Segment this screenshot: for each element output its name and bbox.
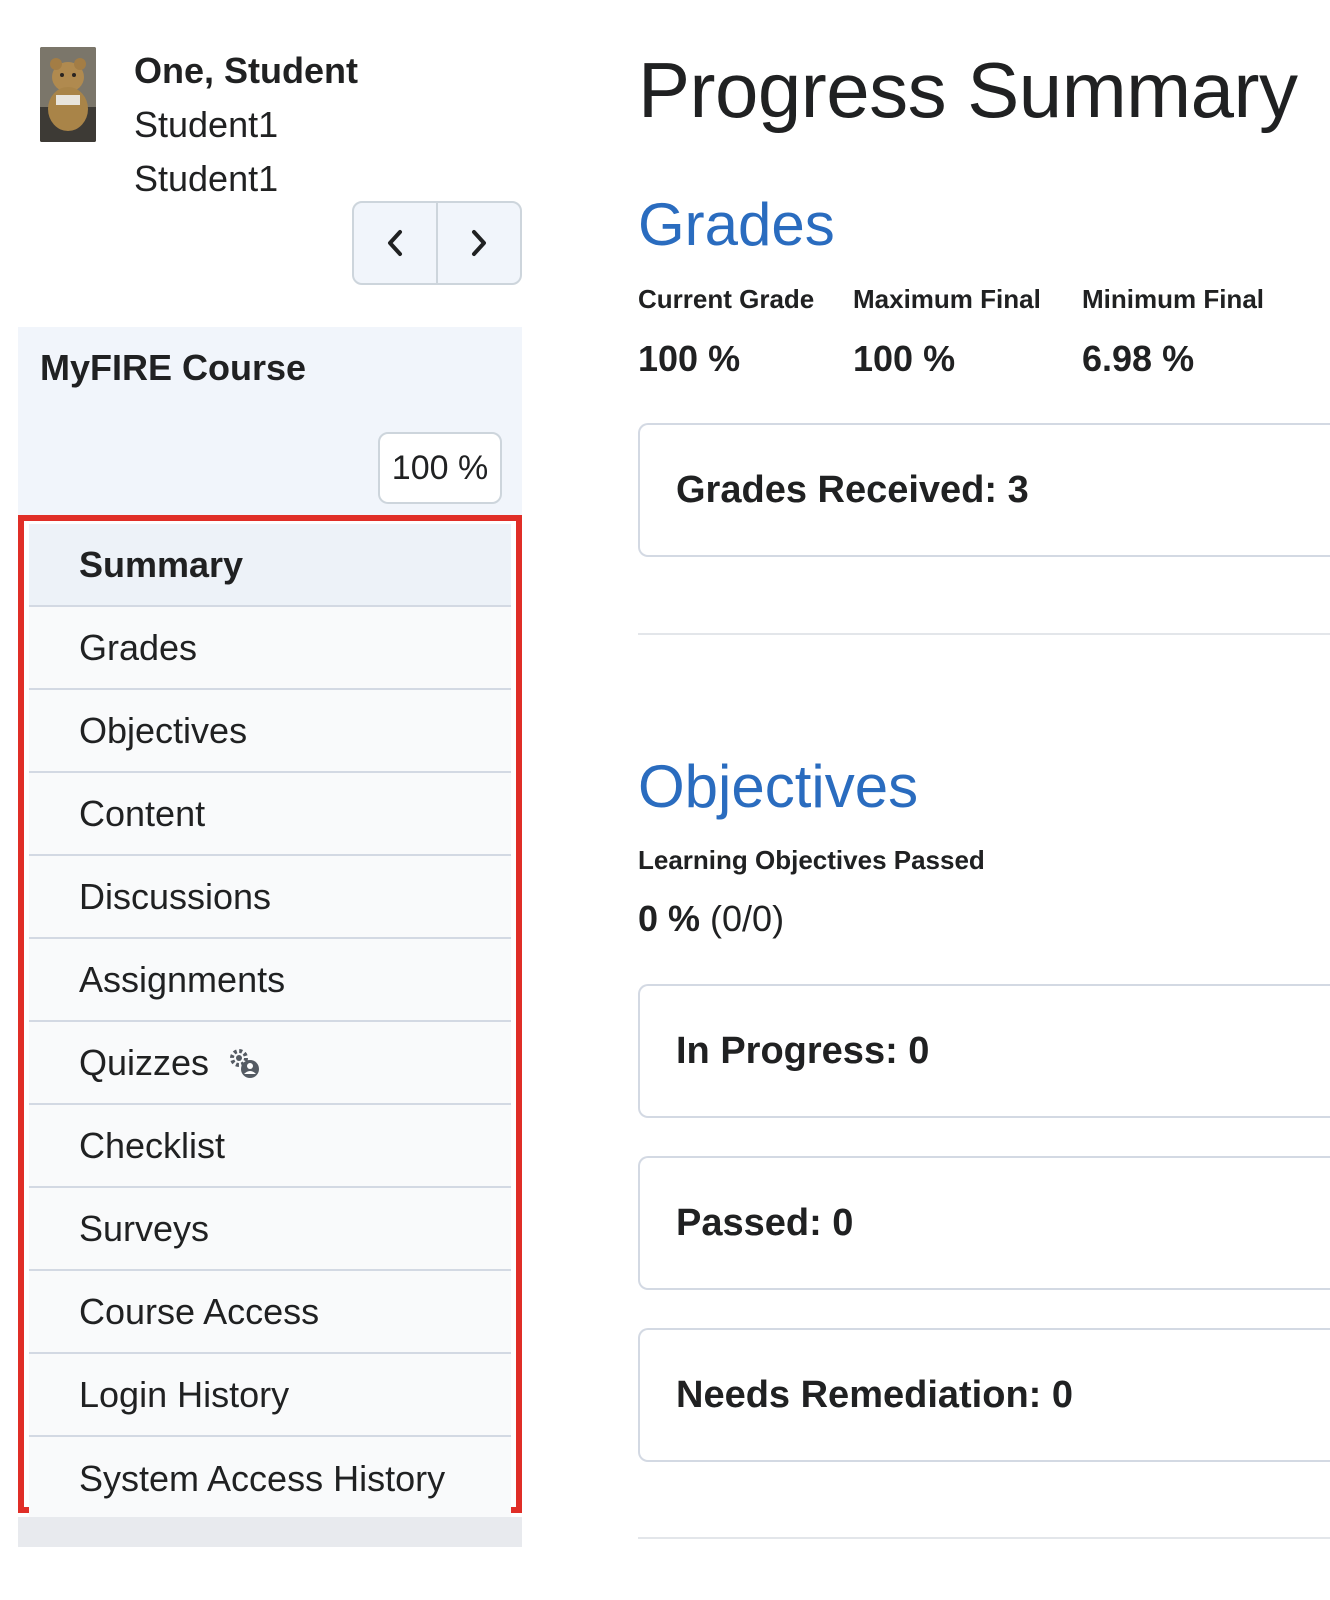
student-info: One, Student Student1 Student1 xyxy=(134,44,358,206)
nav-item-label: Summary xyxy=(79,543,244,585)
nav-item-assignments[interactable]: Assignments xyxy=(29,939,511,1022)
nav-item-checklist[interactable]: Checklist xyxy=(29,1105,511,1188)
nav-item-discussions[interactable]: Discussions xyxy=(29,856,511,939)
left-panel-footer xyxy=(18,1517,522,1547)
minimum-final-label: Minimum Final xyxy=(1082,284,1264,314)
nav-item-system-access-history[interactable]: System Access History xyxy=(29,1437,511,1520)
course-title: MyFIRE Course xyxy=(40,347,307,388)
objectives-percent: 0 % xyxy=(638,898,701,939)
grades-received-card[interactable]: Grades Received: 3 xyxy=(638,423,1330,557)
nav-item-label: System Access History xyxy=(79,1457,446,1499)
main-content: Progress Summary Grades Current Grade Ma… xyxy=(638,0,1330,1600)
objectives-passed-label: Learning Objectives Passed xyxy=(638,845,985,875)
nav-item-label: Discussions xyxy=(79,875,272,917)
passed-card[interactable]: Passed: 0 xyxy=(638,1156,1330,1290)
needs-remediation-card[interactable]: Needs Remediation: 0 xyxy=(638,1328,1330,1462)
nav-item-label: Grades xyxy=(79,626,198,668)
nav-item-label: Login History xyxy=(79,1373,290,1415)
nav-item-label: Checklist xyxy=(79,1124,226,1166)
objectives-passed-value: 0 % (0/0) xyxy=(638,898,784,940)
minimum-final-value: 6.98 % xyxy=(1082,338,1195,379)
section-divider-bottom xyxy=(638,1537,1330,1539)
chevron-right-icon xyxy=(472,230,486,256)
current-grade-label: Current Grade xyxy=(638,284,815,314)
nav-item-label: Assignments xyxy=(79,958,286,1000)
gear-user-icon xyxy=(227,1046,261,1080)
objectives-fraction: (0/0) xyxy=(710,898,785,939)
student-username: Student1 xyxy=(134,104,279,145)
nav-item-course-access[interactable]: Course Access xyxy=(29,1271,511,1354)
next-student-button[interactable] xyxy=(436,203,520,283)
section-divider xyxy=(638,633,1330,635)
student-name: One, Student xyxy=(134,50,358,91)
nav-item-label: Quizzes xyxy=(79,1041,210,1083)
nav-item-grades[interactable]: Grades xyxy=(29,607,511,690)
objectives-section-title: Objectives xyxy=(638,753,919,820)
nav-item-label: Course Access xyxy=(79,1290,320,1332)
student-pager xyxy=(352,201,522,285)
page-title: Progress Summary xyxy=(638,46,1298,134)
nav-item-content[interactable]: Content xyxy=(29,773,511,856)
nav-item-label: Content xyxy=(79,792,206,834)
nav-item-label: Objectives xyxy=(79,709,248,751)
nav-item-login-history[interactable]: Login History xyxy=(29,1354,511,1437)
progress-nav-list: Summary Grades Objectives Content Discussion… xyxy=(18,515,522,1520)
grades-section-title: Grades xyxy=(638,191,835,258)
previous-student-button[interactable] xyxy=(354,203,436,283)
nav-item-objectives[interactable]: Objectives xyxy=(29,690,511,773)
course-summary-box: MyFIRE Course 100 % xyxy=(18,327,522,517)
nav-item-summary[interactable]: Summary xyxy=(29,524,511,607)
current-grade-value: 100 % xyxy=(638,338,741,379)
maximum-final-label: Maximum Final xyxy=(853,284,1041,314)
student-avatar xyxy=(40,47,96,142)
chevron-left-icon xyxy=(388,230,402,256)
in-progress-card[interactable]: In Progress: 0 xyxy=(638,984,1330,1118)
nav-item-surveys[interactable]: Surveys xyxy=(29,1188,511,1271)
left-panel: One, Student Student1 Student1 MyFIRE Co… xyxy=(18,0,522,1600)
course-percent-badge: 100 % xyxy=(378,432,502,504)
student-org-id: Student1 xyxy=(134,158,279,199)
maximum-final-value: 100 % xyxy=(853,338,956,379)
nav-item-quizzes[interactable]: Quizzes xyxy=(29,1022,511,1105)
nav-item-label: Surveys xyxy=(79,1207,210,1249)
